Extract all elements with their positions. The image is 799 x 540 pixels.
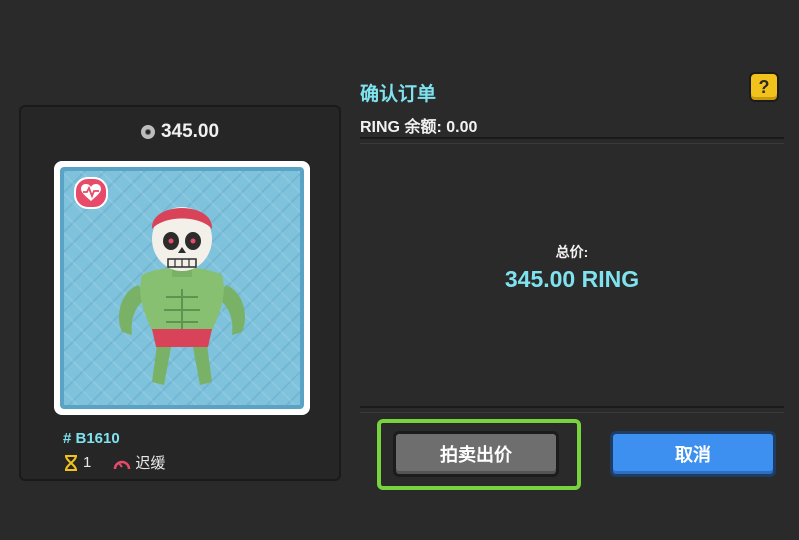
auction-bid-button[interactable]: 拍卖出价 [393,431,559,477]
ring-coin-icon [140,125,155,139]
total-value: 345.00 RING [504,266,640,292]
speedometer-icon [114,460,131,469]
divider [360,406,784,408]
cancel-button[interactable]: 取消 [610,431,776,477]
card-art-frame [54,161,310,415]
ring-balance: RING 余额: 0.00 [360,119,478,136]
card-price-row: 345.00 [21,121,339,143]
skeleton-wrestler-illustration [118,207,246,385]
divider [360,412,784,413]
divider [360,143,784,144]
question-mark-icon: ? [758,76,770,97]
card-art [60,167,304,409]
help-button[interactable]: ? [749,72,779,102]
card-stats: 1 迟缓 [63,452,165,473]
hourglass-icon [65,454,77,471]
card-price: 345.00 [160,121,220,142]
card-generation: 1 [83,454,92,471]
card-panel: 345.00 # B1610 1 迟缓 [19,105,341,481]
page-title: 确认订单 [360,84,437,105]
card-speed: 迟缓 [135,455,166,472]
card-id: # B1610 [63,430,120,447]
divider [360,137,784,139]
total-label: 总价: [555,244,589,260]
